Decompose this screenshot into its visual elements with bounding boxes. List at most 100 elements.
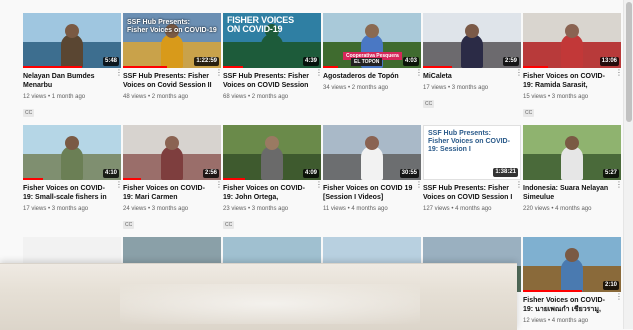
thumbnail-person — [361, 146, 383, 180]
video-title[interactable]: Fisher Voices on COVID-19: Ramida Sarasi… — [523, 72, 621, 90]
video-title[interactable]: Indonesia: Suara Nelayan Simeulue — [523, 184, 621, 202]
video-meta: SSF Hub Presents: Fisher Voices on Covid… — [123, 68, 223, 101]
video-title[interactable]: Fisher Voices on COVID-19: John Ortega, … — [223, 184, 321, 202]
video-title[interactable]: Fisher Voices on COVID 19 [Session I Vid… — [323, 184, 421, 202]
video-thumbnail[interactable]: 4:10 — [23, 125, 121, 180]
video-thumbnail[interactable]: 5:27 — [523, 125, 621, 180]
more-vert-icon[interactable]: ⋮ — [115, 69, 123, 83]
video-card[interactable]: 2:59 MiCaleta ⋮ 17 views • 3 months ago CC — [423, 13, 523, 110]
thumbnail-person — [61, 146, 83, 180]
video-meta: Agostaderos de Topón ⋮ 34 views • 2 months… — [323, 68, 423, 92]
thumbnail-person — [561, 258, 583, 292]
video-card[interactable]: 4:10 Fisher Voices on COVID-19: Small-sca… — [23, 125, 123, 213]
video-meta: SSF Hub Presents: Fisher Voices on COVID… — [223, 68, 323, 101]
video-meta: Indonesia: Suara Nelayan Simeulue ⋮ 220 vi… — [523, 180, 623, 213]
video-card[interactable]: 4:09 Fisher Voices on COVID-19: John Orte… — [223, 125, 323, 231]
video-stats: 24 views • 3 months ago — [123, 206, 189, 212]
more-vert-icon[interactable]: ⋮ — [615, 181, 623, 195]
video-duration: 4:09 — [302, 169, 319, 178]
video-duration: 5:48 — [102, 57, 119, 66]
video-duration: 2:59 — [502, 57, 519, 66]
video-title[interactable]: Agostaderos de Topón — [323, 72, 421, 81]
thumbnail-person — [561, 146, 583, 180]
more-vert-icon[interactable]: ⋮ — [215, 181, 223, 195]
video-duration: 4:39 — [302, 57, 319, 66]
thumbnail-person — [465, 24, 479, 38]
video-thumbnail[interactable]: SSF Hub Presents: Fisher Voices on COVID… — [123, 13, 221, 68]
thumbnail-person — [65, 24, 79, 38]
video-meta: Fisher Voices on COVID 19 [Session I Vid… — [323, 180, 423, 213]
video-thumbnail[interactable]: 13:06 — [523, 13, 621, 68]
video-card[interactable]: 5:27 Indonesia: Suara Nelayan Simeulue ⋮ 22… — [523, 125, 623, 213]
cc-badge: CC — [423, 100, 435, 108]
more-vert-icon[interactable]: ⋮ — [215, 69, 223, 83]
background-photo-mist — [120, 284, 420, 324]
thumbnail-overlay-title: FISHER VOICES ON COVID-19 — [227, 15, 294, 34]
scrollbar-thumb[interactable] — [626, 2, 632, 122]
video-meta: Fisher Voices on COVID-19: John Ortega, … — [223, 180, 323, 231]
video-card[interactable]: 5:48 Nelayan Dan Bumdes Menarbu ⋮ 12 views … — [23, 13, 123, 119]
more-vert-icon[interactable]: ⋮ — [315, 69, 323, 83]
video-meta: Fisher Voices on COVID-19: Mari Carmen ⋮ 2… — [123, 180, 223, 231]
video-duration: 1:38:21 — [493, 168, 518, 177]
video-card[interactable]: 2:56 Fisher Voices on COVID-19: Mari Carm… — [123, 125, 223, 231]
more-vert-icon[interactable]: ⋮ — [615, 69, 623, 83]
video-card[interactable]: 30:55 Fisher Voices on COVID 19 [Session … — [323, 125, 423, 213]
video-title[interactable]: Fisher Voices on COVID-19: นายเพณกำ เชีย… — [523, 296, 621, 314]
more-vert-icon[interactable]: ⋮ — [315, 181, 323, 195]
video-meta: Fisher Voices on COVID-19: นายเพณกำ เชีย… — [523, 292, 623, 325]
thumbnail-person — [365, 24, 379, 38]
video-thumbnail[interactable]: 2:59 — [423, 13, 521, 68]
cc-badge: CC — [223, 221, 235, 229]
video-duration: 1:22:59 — [194, 57, 219, 66]
thumbnail-person — [261, 34, 283, 68]
video-thumbnail[interactable]: SSF Hub Presents: Fisher Voices on COVID… — [423, 125, 521, 180]
more-vert-icon[interactable]: ⋮ — [415, 69, 423, 83]
thumbnail-overlay-text: SSF Hub Presents: Fisher Voices on COVID… — [428, 130, 510, 153]
video-stats: 15 views • 3 months ago — [523, 94, 589, 100]
thumbnail-person — [261, 146, 283, 180]
thumbnail-person — [565, 248, 579, 262]
video-stats: 12 views • 1 month ago — [23, 94, 86, 100]
video-title[interactable]: Fisher Voices on COVID-19: Small-scale f… — [23, 184, 121, 202]
video-card[interactable]: Cooperativa Pesquera EL TOPON 4:03 Agostade… — [323, 13, 423, 92]
video-card[interactable]: SSF Hub Presents: Fisher Voices on COVID… — [123, 13, 223, 101]
more-vert-icon[interactable]: ⋮ — [515, 69, 523, 83]
video-title[interactable]: SSF Hub Presents: Fisher Voices on Covid… — [123, 72, 221, 90]
more-vert-icon[interactable]: ⋮ — [615, 293, 623, 307]
video-title[interactable]: MiCaleta — [423, 72, 521, 81]
video-stats: 48 views • 2 months ago — [123, 94, 189, 100]
video-title[interactable]: Nelayan Dan Bumdes Menarbu — [23, 72, 121, 90]
video-thumbnail[interactable]: 5:48 — [23, 13, 121, 68]
more-vert-icon[interactable]: ⋮ — [415, 181, 423, 195]
video-thumbnail[interactable]: 30:55 — [323, 125, 421, 180]
video-title[interactable]: Fisher Voices on COVID-19: Mari Carmen — [123, 184, 221, 202]
video-thumbnail[interactable]: 2:56 — [123, 125, 221, 180]
video-card[interactable]: 13:06 Fisher Voices on COVID-19: Ramida S… — [523, 13, 623, 119]
scrollbar-track[interactable] — [623, 0, 633, 329]
video-card[interactable]: 2:10 Fisher Voices on COVID-19: นายเพณกำ … — [523, 237, 623, 325]
video-meta: Fisher Voices on COVID-19: Ramida Sarasi… — [523, 68, 623, 119]
video-stats: 12 views • 4 months ago — [523, 318, 589, 324]
thumbnail-person — [161, 146, 183, 180]
video-card[interactable]: SSF Hub Presents: Fisher Voices on COVID… — [423, 125, 523, 213]
video-stats: 220 views • 4 months ago — [523, 206, 592, 212]
video-thumbnail[interactable]: 4:09 — [223, 125, 321, 180]
video-title[interactable]: SSF Hub Presents: Fisher Voices on COVID… — [223, 72, 321, 90]
thumbnail-person — [461, 34, 483, 68]
more-vert-icon[interactable]: ⋮ — [515, 181, 523, 195]
video-card[interactable]: FISHER VOICES ON COVID-19 4:39 SSF Hub Pre… — [223, 13, 323, 101]
video-title[interactable]: SSF Hub Presents: Fisher Voices on COVID… — [423, 184, 521, 202]
video-thumbnail[interactable]: FISHER VOICES ON COVID-19 4:39 — [223, 13, 321, 68]
video-stats: 23 views • 3 months ago — [223, 206, 289, 212]
thumbnail-person — [265, 136, 279, 150]
video-thumbnail[interactable]: Cooperativa Pesquera EL TOPON 4:03 — [323, 13, 421, 68]
video-thumbnail[interactable]: 2:10 — [523, 237, 621, 292]
more-vert-icon[interactable]: ⋮ — [115, 181, 123, 195]
cc-badge: CC — [23, 109, 35, 117]
video-stats: 11 views • 4 months ago — [323, 206, 388, 212]
thumbnail-person — [565, 136, 579, 150]
video-meta: SSF Hub Presents: Fisher Voices on COVID… — [423, 180, 523, 213]
video-meta: Fisher Voices on COVID-19: Small-scale f… — [23, 180, 123, 213]
video-stats: 68 views • 2 months ago — [223, 94, 289, 100]
